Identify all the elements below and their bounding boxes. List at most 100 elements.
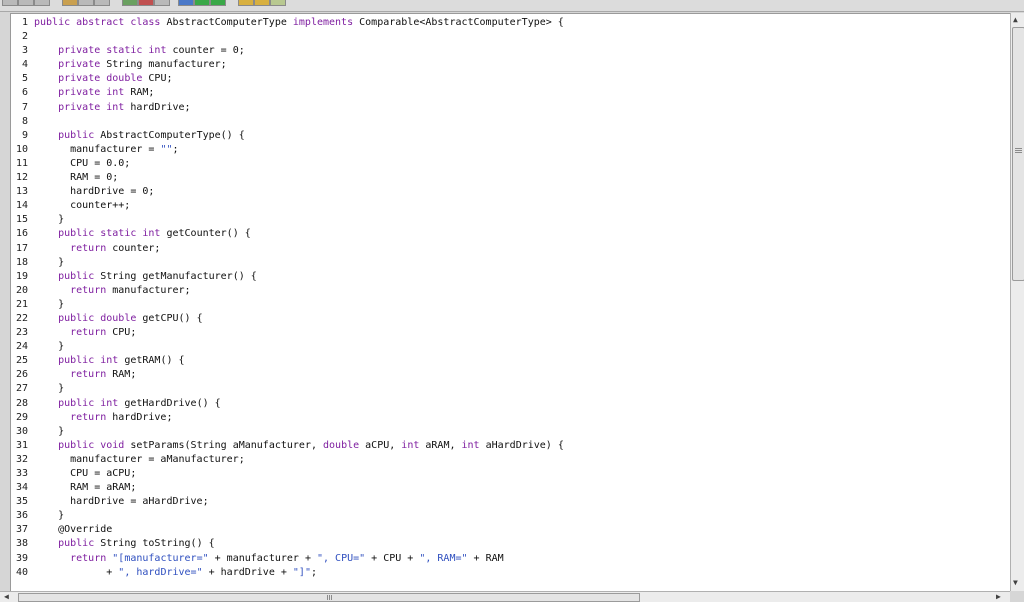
code-text: return counter; [34, 242, 160, 256]
code-line[interactable]: 26 return RAM; [11, 368, 136, 382]
keyword-token: return [70, 327, 107, 339]
code-line[interactable]: 29 return hardDrive; [11, 411, 173, 425]
line-number: 9 [21, 129, 28, 141]
code-line[interactable]: 17 return counter; [11, 242, 160, 256]
toolbar-button[interactable] [18, 0, 34, 6]
code-line[interactable]: 32 manufacturer = aManufacturer; [11, 453, 245, 467]
code-line[interactable]: 30 } [11, 425, 64, 439]
toolbar-button[interactable] [78, 0, 94, 6]
code-line[interactable]: 7 private int hardDrive; [11, 101, 191, 115]
toolbar-button[interactable] [270, 0, 286, 6]
string-token: "[manufacturer=" [112, 552, 209, 564]
code-line[interactable]: 5 private double CPU; [11, 72, 173, 86]
keyword-token: private int [58, 87, 125, 99]
code-line[interactable]: 23 return CPU; [11, 326, 136, 340]
code-token: } [34, 510, 65, 522]
toolbar-button[interactable] [34, 0, 50, 6]
code-line[interactable]: 31 public void setParams(String aManufac… [11, 439, 564, 453]
code-line[interactable]: 27 } [11, 382, 64, 396]
line-number: 19 [15, 270, 28, 282]
code-line[interactable]: 2 [11, 30, 28, 44]
vertical-scrollbar[interactable]: ▲ ▼ [1010, 13, 1024, 591]
code-line[interactable]: 38 public String toString() { [11, 537, 215, 551]
code-line[interactable]: 40 + ", hardDrive=" + hardDrive + "]"; [11, 566, 317, 580]
code-token: AbstractComputerType() { [94, 129, 245, 141]
toolbar-button[interactable] [94, 0, 110, 6]
code-line[interactable]: 25 public int getRAM() { [11, 354, 185, 368]
line-number: 4 [21, 59, 28, 71]
keyword-token: return [70, 284, 107, 296]
code-line[interactable]: 37 @Override [11, 523, 112, 537]
code-line[interactable]: 3 private static int counter = 0; [11, 44, 245, 58]
toolbar-button[interactable] [254, 0, 270, 6]
code-line[interactable]: 18 } [11, 256, 64, 270]
code-text: return "[manufacturer=" + manufacturer +… [34, 552, 504, 566]
code-token: manufacturer; [106, 284, 191, 296]
string-token: "" [160, 143, 173, 155]
toolbar-button[interactable] [122, 0, 138, 6]
toolbar-button[interactable] [2, 0, 18, 6]
code-line[interactable]: 21 } [11, 298, 64, 312]
toolbar-button[interactable] [178, 0, 194, 6]
line-number: 14 [15, 200, 28, 212]
code-line[interactable]: 36 } [11, 509, 64, 523]
scroll-up-arrow-icon[interactable]: ▲ [1013, 15, 1018, 25]
code-line[interactable]: 10 manufacturer = ""; [11, 143, 179, 157]
code-line[interactable]: 28 public int getHardDrive() { [11, 397, 221, 411]
line-number: 8 [21, 115, 28, 127]
toolbar-button[interactable] [154, 0, 170, 6]
toolbar-button[interactable] [238, 0, 254, 6]
code-line[interactable]: 9 public AbstractComputerType() { [11, 129, 245, 143]
code-text: return manufacturer; [34, 284, 191, 298]
code-line[interactable]: 1 public abstract class AbstractComputerT… [11, 16, 564, 30]
code-text: public int getRAM() { [34, 354, 185, 368]
code-line[interactable]: 22 public double getCPU() { [11, 312, 203, 326]
toolbar [0, 0, 1024, 12]
code-text: @Override [34, 523, 112, 537]
keyword-token: implements [292, 17, 354, 28]
code-line[interactable]: 20 return manufacturer; [11, 284, 191, 298]
code-line[interactable]: 15 } [11, 213, 64, 227]
code-token: getRAM() { [118, 355, 185, 367]
code-text: } [34, 382, 64, 396]
code-text: manufacturer = ""; [34, 143, 178, 157]
code-text: return RAM; [34, 368, 136, 382]
keyword-token: public double [58, 312, 137, 324]
code-line[interactable]: 19 public String getManufacturer() { [11, 270, 257, 284]
toolbar-button[interactable] [62, 0, 78, 6]
code-token: } [34, 214, 65, 226]
code-line[interactable]: 13 hardDrive = 0; [11, 185, 154, 199]
code-line[interactable]: 34 RAM = aRAM; [11, 481, 136, 495]
code-token: + CPU + [365, 552, 420, 564]
code-line[interactable]: 11 CPU = 0.0; [11, 157, 130, 171]
code-text: private int RAM; [34, 86, 154, 100]
code-line[interactable]: 16 public static int getCounter() { [11, 227, 251, 241]
code-text: } [34, 298, 64, 312]
vertical-scroll-thumb[interactable] [1012, 27, 1024, 281]
keyword-token: private double [58, 73, 143, 85]
code-line[interactable]: 8 [11, 115, 28, 129]
line-number: 12 [15, 172, 28, 184]
toolbar-button[interactable] [210, 0, 226, 6]
code-line[interactable]: 39 return "[manufacturer=" + manufacture… [11, 552, 504, 566]
toolbar-button[interactable] [194, 0, 210, 6]
code-token: String getManufacturer() { [94, 270, 257, 282]
scroll-down-arrow-icon[interactable]: ▼ [1013, 578, 1018, 588]
code-editor[interactable]: 1 public abstract class AbstractComputerT… [10, 13, 1011, 593]
code-line[interactable]: 33 CPU = aCPU; [11, 467, 136, 481]
code-line[interactable]: 12 RAM = 0; [11, 171, 118, 185]
code-text: public String toString() { [34, 537, 215, 551]
horizontal-scrollbar[interactable]: ◀ ▶ [0, 591, 1010, 602]
code-line[interactable]: 6 private int RAM; [11, 86, 154, 100]
code-text: } [34, 256, 64, 270]
code-line[interactable]: 35 hardDrive = aHardDrive; [11, 495, 209, 509]
toolbar-button[interactable] [138, 0, 154, 6]
code-line[interactable]: 4 private String manufacturer; [11, 58, 227, 72]
code-line[interactable]: 14 counter++; [11, 199, 130, 213]
line-number: 33 [15, 468, 28, 479]
code-line[interactable]: 24 } [11, 340, 64, 354]
code-text: hardDrive = 0; [34, 185, 154, 199]
